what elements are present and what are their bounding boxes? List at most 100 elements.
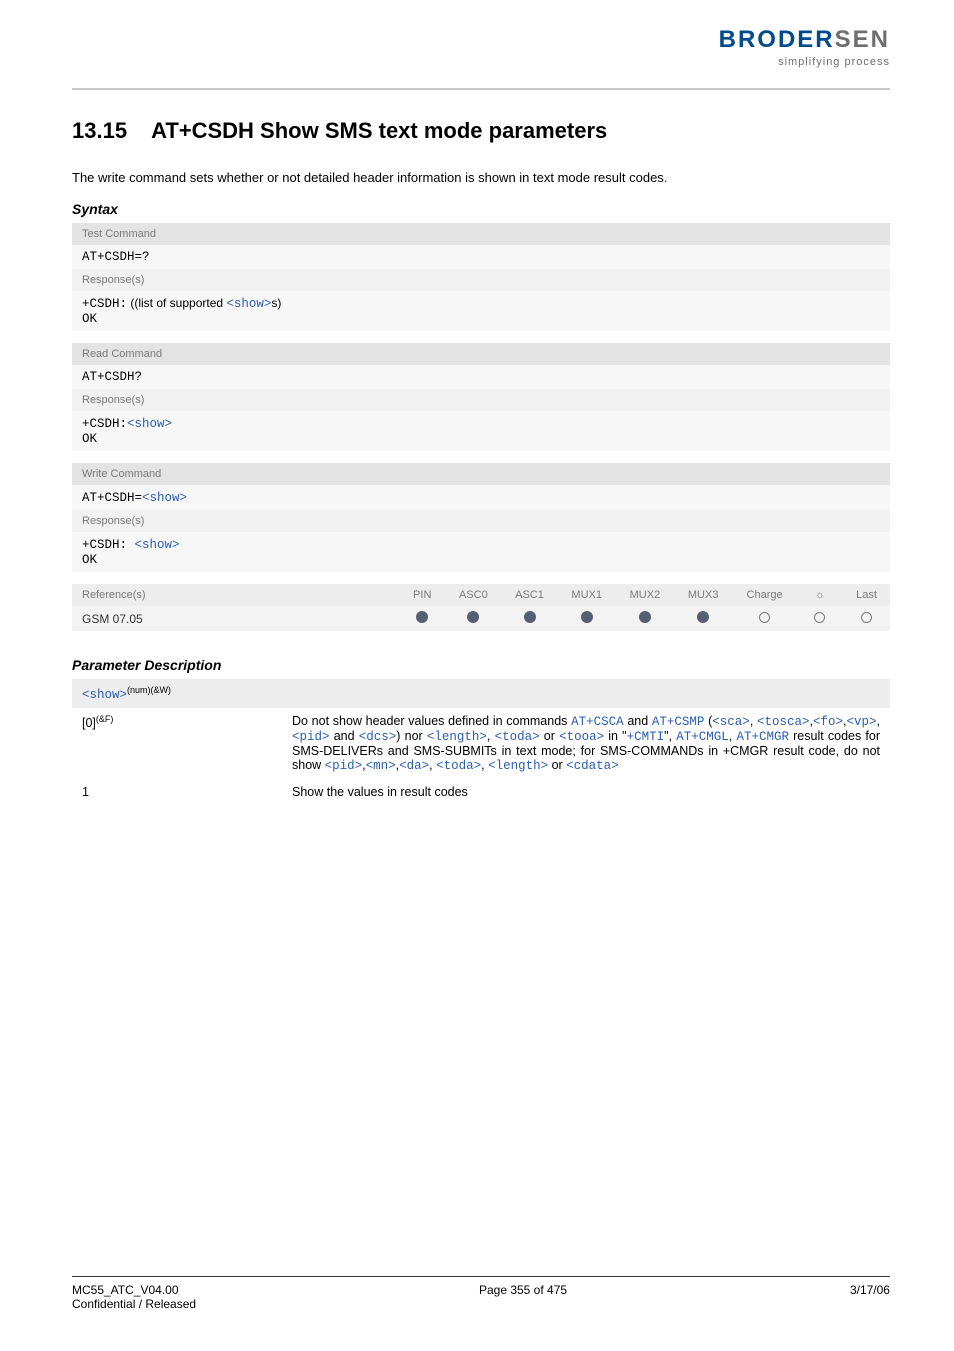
t: ", bbox=[664, 729, 676, 743]
brand-word-b: SEN bbox=[835, 26, 890, 53]
test-ok: OK bbox=[82, 312, 97, 326]
write-cmd-pre: AT+CSDH= bbox=[82, 491, 142, 505]
link-toda2[interactable]: <toda> bbox=[436, 759, 481, 773]
t: Do not show header values defined in com… bbox=[292, 714, 571, 728]
test-resp-post: s) bbox=[271, 296, 281, 310]
reference-label: Reference(s) bbox=[72, 584, 399, 606]
t: or bbox=[548, 758, 566, 772]
dot-mux2 bbox=[616, 606, 674, 631]
brand-word-a: BRODER bbox=[719, 26, 835, 53]
col-charge: Charge bbox=[732, 584, 797, 606]
col-asc0: ASC0 bbox=[445, 584, 501, 606]
response-label-3: Response(s) bbox=[72, 510, 890, 532]
footer-center: Page 355 of 475 bbox=[479, 1283, 567, 1311]
param-row0-desc: Do not show header values defined in com… bbox=[282, 708, 890, 779]
link-pid[interactable]: <pid> bbox=[292, 730, 330, 744]
read-ok: OK bbox=[82, 432, 97, 446]
section-title: AT+CSDH Show SMS text mode parameters bbox=[151, 118, 607, 143]
read-command-label: Read Command bbox=[72, 343, 890, 365]
t: in " bbox=[604, 729, 627, 743]
link-toda[interactable]: <toda> bbox=[495, 730, 540, 744]
write-command: AT+CSDH=<show> bbox=[72, 485, 890, 510]
link-atcsmp[interactable]: AT+CSMP bbox=[652, 715, 705, 729]
col-mux3: MUX3 bbox=[674, 584, 732, 606]
page-footer: MC55_ATC_V04.00 Confidential / Released … bbox=[72, 1276, 890, 1311]
intro-paragraph: The write command sets whether or not de… bbox=[72, 170, 890, 185]
test-resp-pre: +CSDH: bbox=[82, 297, 127, 311]
footer-right: 3/17/06 bbox=[850, 1283, 890, 1311]
link-length2[interactable]: <length> bbox=[488, 759, 548, 773]
param-row1-desc: Show the values in result codes bbox=[282, 779, 890, 805]
write-command-label: Write Command bbox=[72, 463, 890, 485]
col-sun-icon: ☼ bbox=[797, 584, 843, 606]
dot-asc1 bbox=[501, 606, 557, 631]
param-row0-key: [0](&F) bbox=[72, 708, 282, 779]
test-command: AT+CSDH=? bbox=[72, 245, 890, 269]
t: ) nor bbox=[396, 729, 427, 743]
dot-pin bbox=[399, 606, 445, 631]
write-resp-pre: +CSDH: bbox=[82, 538, 135, 552]
section-number: 13.15 bbox=[72, 118, 127, 143]
link-vp[interactable]: <vp> bbox=[847, 715, 877, 729]
link-sca[interactable]: <sca> bbox=[712, 715, 750, 729]
link-da[interactable]: <da> bbox=[399, 759, 429, 773]
dot-last bbox=[843, 606, 890, 631]
link-cdata[interactable]: <cdata> bbox=[566, 759, 619, 773]
t: , bbox=[750, 714, 757, 728]
parameter-description-heading: Parameter Description bbox=[72, 657, 890, 673]
t: , bbox=[487, 729, 495, 743]
link-length[interactable]: <length> bbox=[427, 730, 487, 744]
parameter-name-row: <show>(num)(&W) bbox=[72, 679, 890, 708]
dot-sun bbox=[797, 606, 843, 631]
t: and bbox=[624, 714, 652, 728]
response-label-2: Response(s) bbox=[72, 389, 890, 411]
dot-asc0 bbox=[445, 606, 501, 631]
t: and bbox=[330, 729, 359, 743]
read-resp-show: <show> bbox=[127, 417, 172, 431]
param-row0-key-text: [0] bbox=[82, 716, 96, 730]
syntax-table: Test Command AT+CSDH=? Response(s) +CSDH… bbox=[72, 223, 890, 631]
read-command: AT+CSDH? bbox=[72, 365, 890, 389]
syntax-heading: Syntax bbox=[72, 201, 890, 217]
write-cmd-show: <show> bbox=[142, 491, 187, 505]
param-name: <show> bbox=[82, 688, 127, 702]
brand-logo: BRODERSEN simplifying process bbox=[719, 26, 890, 68]
test-resp-show: <show> bbox=[226, 297, 271, 311]
write-response: +CSDH: <show> OK bbox=[72, 532, 890, 573]
write-ok: OK bbox=[82, 553, 97, 567]
link-mn[interactable]: <mn> bbox=[366, 759, 396, 773]
col-pin: PIN bbox=[399, 584, 445, 606]
test-response: +CSDH: ((list of supported <show>s) OK bbox=[72, 291, 890, 332]
link-tosca[interactable]: <tosca> bbox=[757, 715, 810, 729]
link-atcsca[interactable]: AT+CSCA bbox=[571, 715, 624, 729]
col-mux1: MUX1 bbox=[558, 584, 616, 606]
link-fo[interactable]: <fo> bbox=[813, 715, 843, 729]
param-row0-key-sup: (&F) bbox=[96, 714, 114, 724]
footer-doc-id: MC55_ATC_V04.00 bbox=[72, 1283, 179, 1297]
test-command-label: Test Command bbox=[72, 223, 890, 245]
link-tooa[interactable]: <tooa> bbox=[559, 730, 604, 744]
section-heading: 13.15 AT+CSDH Show SMS text mode paramete… bbox=[72, 118, 890, 144]
dot-mux1 bbox=[558, 606, 616, 631]
link-dcs[interactable]: <dcs> bbox=[359, 730, 397, 744]
col-asc1: ASC1 bbox=[501, 584, 557, 606]
footer-confidential: Confidential / Released bbox=[72, 1297, 196, 1311]
brand-tagline: simplifying process bbox=[719, 56, 890, 68]
dot-charge bbox=[732, 606, 797, 631]
reference-body: GSM 07.05 bbox=[72, 606, 399, 631]
brand-wordmark: BRODERSEN bbox=[719, 26, 890, 54]
footer-left: MC55_ATC_V04.00 Confidential / Released bbox=[72, 1283, 196, 1311]
param-row1-key: 1 bbox=[72, 779, 282, 805]
link-atcmgr[interactable]: AT+CMGR bbox=[736, 730, 789, 744]
t: or bbox=[540, 729, 559, 743]
link-atcmgl[interactable]: AT+CMGL bbox=[676, 730, 729, 744]
test-resp-mid: ((list of supported bbox=[127, 296, 226, 310]
header-divider bbox=[72, 88, 890, 90]
link-pid2[interactable]: <pid> bbox=[325, 759, 363, 773]
read-resp-pre: +CSDH: bbox=[82, 417, 127, 431]
write-resp-show: <show> bbox=[135, 538, 180, 552]
parameter-table: <show>(num)(&W) [0](&F) Do not show head… bbox=[72, 679, 890, 805]
col-mux2: MUX2 bbox=[616, 584, 674, 606]
dot-mux3 bbox=[674, 606, 732, 631]
link-cmti[interactable]: +CMTI bbox=[627, 730, 665, 744]
